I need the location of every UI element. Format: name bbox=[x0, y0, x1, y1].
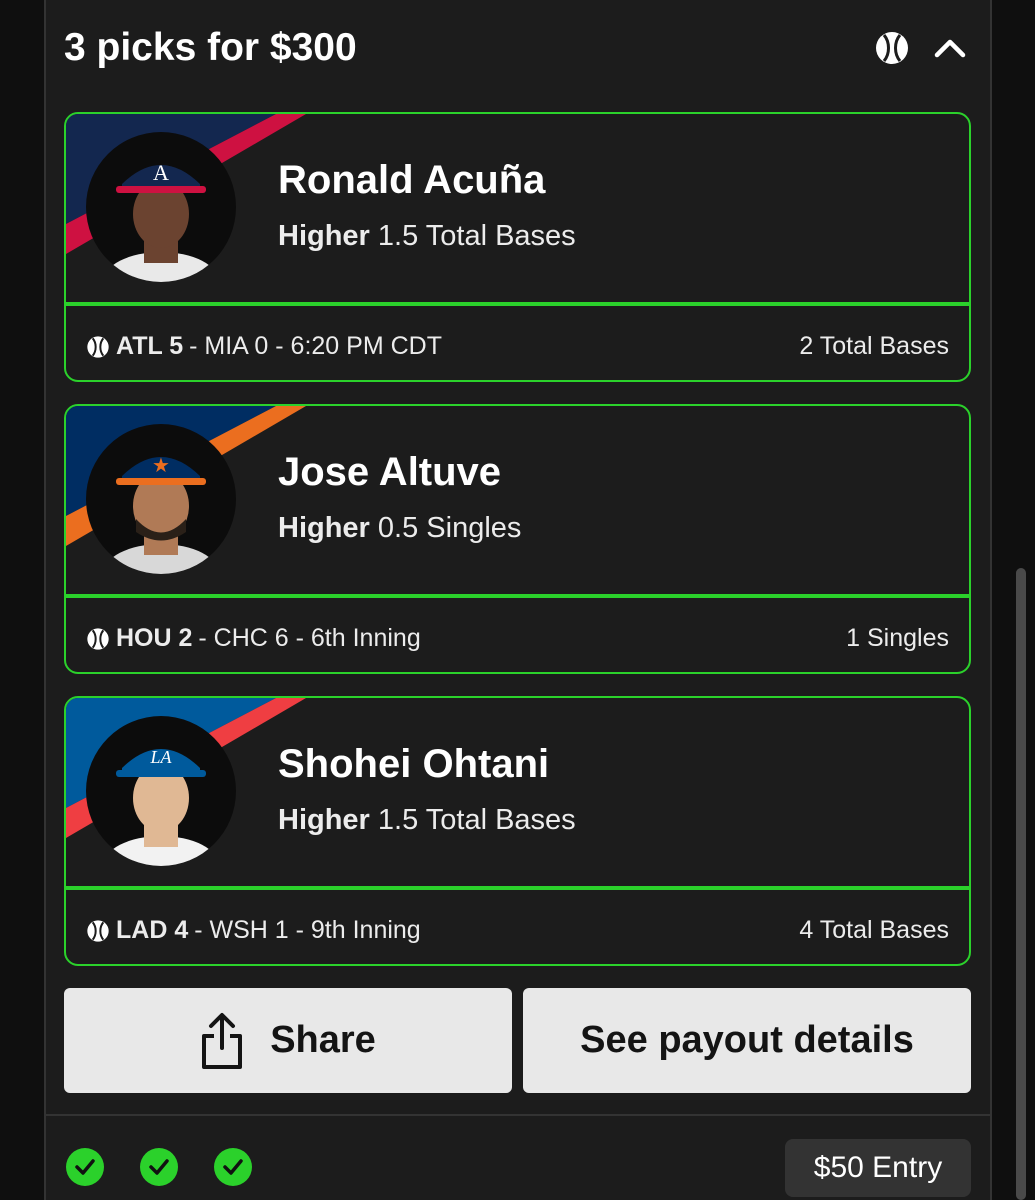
svg-text:★: ★ bbox=[152, 455, 170, 477]
player-name: Shohei Ohtani bbox=[278, 742, 550, 786]
payout-details-button[interactable]: See payout details bbox=[523, 988, 971, 1093]
stat-result: 4 Total Bases bbox=[799, 916, 949, 944]
svg-text:LA: LA bbox=[149, 747, 172, 767]
pick-status-row bbox=[66, 1148, 252, 1186]
divider bbox=[66, 886, 969, 890]
avatar: LA bbox=[86, 716, 236, 866]
pick-card[interactable]: A Ronald Acuña Higher 1.5 Total Bases AT… bbox=[64, 112, 971, 382]
footer-divider bbox=[44, 1114, 992, 1116]
share-button[interactable]: Share bbox=[64, 988, 512, 1093]
check-icon bbox=[140, 1148, 178, 1186]
check-icon bbox=[214, 1148, 252, 1186]
baseball-icon bbox=[87, 919, 109, 942]
stat-result: 1 Singles bbox=[846, 624, 949, 652]
game-info: - MIA 0 - 6:20 PM CDT bbox=[189, 332, 442, 360]
svg-text:A: A bbox=[153, 160, 169, 185]
header-icons bbox=[872, 28, 970, 68]
divider bbox=[66, 302, 969, 306]
pick-stat-line: 1.5 Total Bases bbox=[377, 220, 576, 252]
pick-direction: Higher bbox=[278, 220, 370, 252]
game-info: - WSH 1 - 9th Inning bbox=[194, 916, 421, 944]
pick-card[interactable]: LA Shohei Ohtani Higher 1.5 Total Bases … bbox=[64, 696, 971, 966]
entry-title: 3 picks for $300 bbox=[64, 26, 357, 69]
baseball-icon[interactable] bbox=[872, 28, 912, 68]
entry-amount-badge: $50 Entry bbox=[785, 1139, 971, 1197]
team-score: LAD 4 bbox=[116, 916, 189, 944]
pick-stat-line: 0.5 Singles bbox=[377, 512, 522, 544]
pick-card[interactable]: ★ Jose Altuve Higher 0.5 Singles HOU 2 -… bbox=[64, 404, 971, 674]
share-icon bbox=[202, 1012, 243, 1069]
stat-result: 2 Total Bases bbox=[799, 332, 949, 360]
player-name: Jose Altuve bbox=[278, 450, 502, 494]
pick-direction: Higher bbox=[278, 512, 370, 544]
pick-line: Higher 1.5 Total Bases bbox=[278, 804, 576, 837]
check-icon bbox=[66, 1148, 104, 1186]
pick-stat-line: 1.5 Total Bases bbox=[377, 804, 576, 836]
team-score: ATL 5 bbox=[116, 332, 184, 360]
game-status: HOU 2 - CHC 6 - 6th Inning bbox=[86, 624, 421, 653]
game-info: - CHC 6 - 6th Inning bbox=[198, 624, 421, 652]
scrollbar[interactable] bbox=[1016, 568, 1026, 1200]
pick-direction: Higher bbox=[278, 804, 370, 836]
pick-line: Higher 0.5 Singles bbox=[278, 512, 521, 545]
avatar: A bbox=[86, 132, 236, 282]
player-name: Ronald Acuña bbox=[278, 158, 546, 202]
chevron-up-icon[interactable] bbox=[930, 28, 970, 68]
game-status: LAD 4 - WSH 1 - 9th Inning bbox=[86, 916, 421, 945]
payout-details-label: See payout details bbox=[580, 1019, 914, 1061]
divider bbox=[66, 594, 969, 598]
team-score: HOU 2 bbox=[116, 624, 193, 652]
avatar: ★ bbox=[86, 424, 236, 574]
baseball-icon bbox=[87, 335, 109, 358]
share-label: Share bbox=[270, 1019, 376, 1061]
game-status: ATL 5 - MIA 0 - 6:20 PM CDT bbox=[86, 332, 442, 361]
pick-line: Higher 1.5 Total Bases bbox=[278, 220, 576, 253]
baseball-icon bbox=[87, 627, 109, 650]
